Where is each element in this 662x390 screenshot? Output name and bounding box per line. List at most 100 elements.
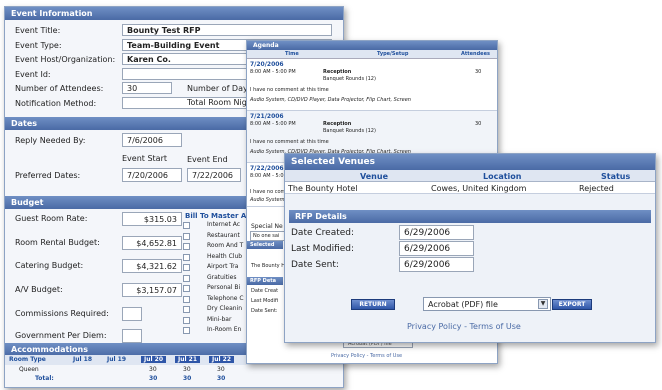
budget-label: Commissions Required: [15,309,109,318]
budget-value[interactable] [122,329,142,343]
event-field-value[interactable]: Bounty Test RFP [122,24,332,36]
accom-row: Total: 30 30 30 [5,374,343,383]
special-needs-value: No one sai [250,231,285,241]
accom-column-header: Room Type [9,356,46,363]
rfp-detail-label: Date Created: [291,228,355,238]
event-field-label: Event Type: [15,40,62,50]
start-date-field[interactable]: 7/20/2006 [122,168,182,182]
accom-room-type: Queen [19,366,39,373]
bill-to-master-title: Bill To Master Ac [185,212,251,220]
bill-item-label: Health Club [207,252,243,260]
agenda-setup: Banquet Rounds (12) [323,128,376,134]
rfp-mini-item: Last Modifi [251,298,279,304]
agenda-av: Audio System, CD/DVD Player, Data Projec… [250,97,411,103]
agenda-comment: I have no comment at this time [250,139,329,145]
bill-item-checkbox[interactable] [183,253,190,261]
number-of-days-label: Number of Days [187,84,252,93]
bill-item-label: Gratuities [207,273,237,281]
terms-of-use-link[interactable]: Terms of Use [470,322,521,331]
accom-column-header: Jul 18 [73,356,92,363]
rfp-detail-label: Last Modified: [291,244,355,254]
venue-status: Rejected [579,184,614,193]
budget-value[interactable] [122,307,142,321]
agenda-time: 8:00 AM - 5:00 PM [250,69,296,75]
event-field-value[interactable]: 30 [122,82,172,94]
rfp-detail-label: Date Sent: [291,260,339,270]
accom-cell: 30 [217,366,225,373]
bill-item-checkbox[interactable] [183,264,190,271]
agenda-comment: I have no com [250,189,286,195]
export-format-value: Acrobat (PDF) file [428,300,498,309]
agenda-column-header: Type/Setup [377,51,409,57]
reply-date-field[interactable]: 7/6/2006 [122,133,182,147]
rfp-detail-value[interactable]: 6/29/2006 [399,257,474,272]
budget-label: Government Per Diem: [15,331,107,340]
agenda-date: 7/20/2006 [250,61,284,68]
export-button[interactable]: EXPORT [552,299,592,310]
bill-item-checkbox[interactable] [183,316,190,324]
accom-column-header: Jul 20 [141,356,166,363]
venues-header-row: Venue Location Status [285,170,655,182]
budget-value[interactable]: $3,157.07 [122,283,182,297]
privacy-policy-link[interactable]: Privacy Policy [407,322,462,331]
agenda-type: Reception [323,121,352,127]
bill-item-label: Telephone C [207,294,244,302]
bill-item-label: In-Room En [207,326,242,333]
venue-column-header: Venue [360,172,388,181]
event-start-label: Event Start [122,154,168,163]
budget-value[interactable]: $4,321.62 [122,259,182,273]
event-field-label: Number of Attendees: [15,84,104,93]
chevron-down-icon: ▼ [538,299,548,309]
accom-room-type: Total: [35,375,54,382]
accom-cell: 30 [183,375,192,382]
bill-item-checkbox[interactable] [183,274,190,282]
rfp-detail-value[interactable]: 6/29/2006 [399,241,474,256]
end-date-field[interactable]: 7/22/2006 [187,168,241,182]
bill-item-checkbox[interactable] [183,243,190,250]
accom-cell: 30 [183,366,191,373]
location-column-header: Location [483,172,522,181]
bounty-item: The Bounty Ho [251,263,289,269]
agenda-date: 7/22/2006 [250,165,284,172]
agenda-setup: Banquet Rounds (12) [323,76,376,82]
accom-column-header: Jul 22 [209,356,234,363]
agenda-time: 8:00 AM - 5:00 PM [250,121,296,127]
agenda-column-header: Time [285,51,299,57]
return-button[interactable]: RETURN [351,299,395,310]
rfp-detail-value[interactable]: 6/29/2006 [399,225,474,240]
bill-item-label: Restaurant [207,231,240,239]
agenda-footer-links[interactable]: Privacy Policy - Terms of Use [331,353,402,359]
export-format-select[interactable]: Acrobat (PDF) file ▼ [423,297,551,311]
special-needs-label: Special Ne [251,223,283,230]
budget-value[interactable]: $315.03 [122,212,182,226]
agenda-date: 7/21/2006 [250,113,284,120]
rfp-mini-item: Date Sent: [251,308,278,314]
budget-label: Room Rental Budget: [15,238,100,247]
bill-item-checkbox[interactable] [183,232,190,240]
budget-value[interactable]: $4,652.81 [122,236,182,250]
venue-row[interactable]: The Bounty Hotel Cowes, United Kingdom R… [285,182,655,194]
accom-cell: 30 [217,375,226,382]
event-field-label: Notification Method: [15,98,97,108]
agenda-day-block: 7/20/2006 8:00 AM - 5:00 PM Reception Banqu… [247,59,497,111]
budget-label: Catering Budget: [15,261,84,270]
agenda-attendees: 30 [475,121,482,127]
agenda-column-headers: Time Type/Setup Attendees [247,50,497,59]
agenda-av: Audio System [250,197,285,203]
bill-item-checkbox[interactable] [183,327,190,334]
event-field-label: Event Title: [15,26,61,35]
accom-column-header: Jul 19 [107,356,126,363]
agenda-attendees: 30 [475,69,482,75]
agenda-header: Agenda [247,41,497,50]
accom-cell: 30 [149,375,158,382]
event-info-header: Event Information [5,7,343,20]
bill-item-checkbox[interactable] [183,285,190,292]
selected-venues-header: Selected Venues [285,154,655,170]
event-field-label: Event Host/Organization: [15,55,116,64]
venue-rfp-panel: Selected Venues Venue Location Status Th… [284,153,656,343]
rfp-mini-item: Date Creat [251,288,279,294]
bill-item-checkbox[interactable] [183,306,190,313]
bill-item-label: Mini-bar [207,315,232,323]
bill-item-checkbox[interactable] [183,222,190,229]
bill-item-checkbox[interactable] [183,295,190,303]
